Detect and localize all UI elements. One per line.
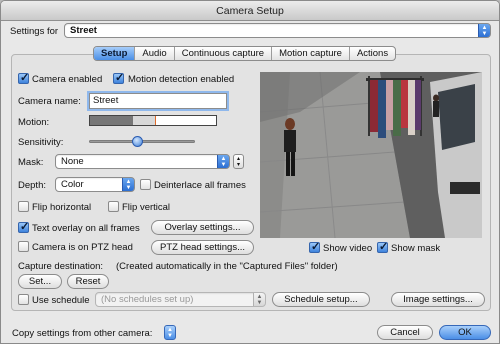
camera-setup-window: Camera Setup Settings for Street ▲ ▼ Setu…	[0, 0, 500, 344]
chevron-updown-icon: ▲ ▼	[478, 24, 490, 37]
image-settings-button[interactable]: Image settings...	[391, 292, 485, 307]
capture-destination-label: Capture destination:	[18, 261, 104, 272]
camera-preview-image	[260, 72, 482, 238]
flip-horizontal-checkbox[interactable]	[18, 201, 29, 212]
chevron-updown-icon: ▲ ▼	[122, 178, 134, 191]
schedule-select[interactable]: (No schedules set up) ▲ ▼	[95, 292, 266, 307]
mask-value: None	[61, 156, 84, 167]
flip-vertical-label: Flip vertical	[122, 202, 171, 213]
depth-value: Color	[61, 179, 84, 190]
ptz-checkbox[interactable]	[18, 241, 29, 252]
schedule-setup-button[interactable]: Schedule setup...	[272, 292, 370, 307]
text-overlay-checkbox[interactable]	[18, 220, 29, 233]
set-button[interactable]: Set...	[18, 274, 62, 289]
sensitivity-slider-knob[interactable]	[131, 136, 143, 147]
motion-meter-threshold	[133, 116, 155, 125]
show-video-checkbox[interactable]	[309, 240, 320, 253]
reset-button[interactable]: Reset	[67, 274, 109, 289]
text-overlay-label: Text overlay on all frames	[32, 223, 140, 234]
mask-label: Mask:	[18, 157, 44, 168]
mask-stepper[interactable]: ▴ ▾	[233, 154, 244, 169]
copy-settings-label: Copy settings from other camera:	[12, 328, 153, 339]
deinterlace-checkbox[interactable]	[140, 179, 151, 190]
cancel-button[interactable]: Cancel	[377, 325, 433, 340]
sensitivity-label: Sensitivity:	[18, 137, 64, 148]
motion-detection-checkbox[interactable]	[113, 71, 124, 84]
copy-settings-select[interactable]: ▲ ▼	[164, 325, 176, 340]
tab-audio[interactable]: Audio	[135, 47, 175, 60]
flip-vertical-checkbox[interactable]	[108, 201, 119, 212]
camera-enabled-checkbox[interactable]	[18, 71, 29, 84]
motion-detection-label: Motion detection enabled	[128, 74, 235, 85]
depth-label: Depth:	[18, 180, 46, 191]
flip-horizontal-label: Flip horizontal	[32, 202, 92, 213]
settings-for-select[interactable]: Street ▲ ▼	[64, 23, 491, 38]
tab-continuous-capture[interactable]: Continuous capture	[175, 47, 273, 60]
camera-name-input[interactable]: Street	[89, 93, 227, 109]
tab-motion-capture[interactable]: Motion capture	[272, 47, 350, 60]
show-mask-label: Show mask	[391, 243, 441, 254]
tab-actions[interactable]: Actions	[350, 47, 395, 60]
tab-setup[interactable]: Setup	[94, 47, 136, 60]
chevron-updown-icon: ▲ ▼	[253, 293, 265, 306]
depth-select[interactable]: Color ▲ ▼	[55, 177, 135, 192]
camera-name-label: Camera name:	[18, 96, 81, 107]
ptz-settings-button[interactable]: PTZ head settings...	[151, 240, 254, 255]
mask-select[interactable]: None ▲ ▼	[55, 154, 230, 169]
motion-meter-fill	[90, 116, 133, 125]
ok-button[interactable]: OK	[439, 325, 491, 340]
schedule-value: (No schedules set up)	[101, 294, 194, 305]
use-schedule-label: Use schedule	[32, 295, 90, 306]
ptz-label: Camera is on PTZ head	[32, 242, 133, 253]
tab-bar: Setup Audio Continuous capture Motion ca…	[93, 46, 397, 61]
use-schedule-checkbox[interactable]	[18, 294, 29, 305]
motion-meter	[89, 115, 217, 126]
camera-enabled-label: Camera enabled	[32, 74, 103, 85]
show-video-label: Show video	[323, 243, 373, 254]
chevron-updown-icon: ▲ ▼	[217, 155, 229, 168]
deinterlace-label: Deinterlace all frames	[154, 180, 246, 191]
settings-for-value: Street	[70, 25, 97, 36]
settings-for-label: Settings for	[10, 26, 59, 37]
capture-destination-note: (Created automatically in the "Captured …	[116, 261, 338, 272]
motion-meter-marker	[155, 116, 156, 125]
motion-label: Motion:	[18, 117, 50, 128]
window-title: Camera Setup	[1, 1, 499, 21]
overlay-settings-button[interactable]: Overlay settings...	[151, 220, 254, 235]
show-mask-checkbox[interactable]	[377, 240, 388, 253]
